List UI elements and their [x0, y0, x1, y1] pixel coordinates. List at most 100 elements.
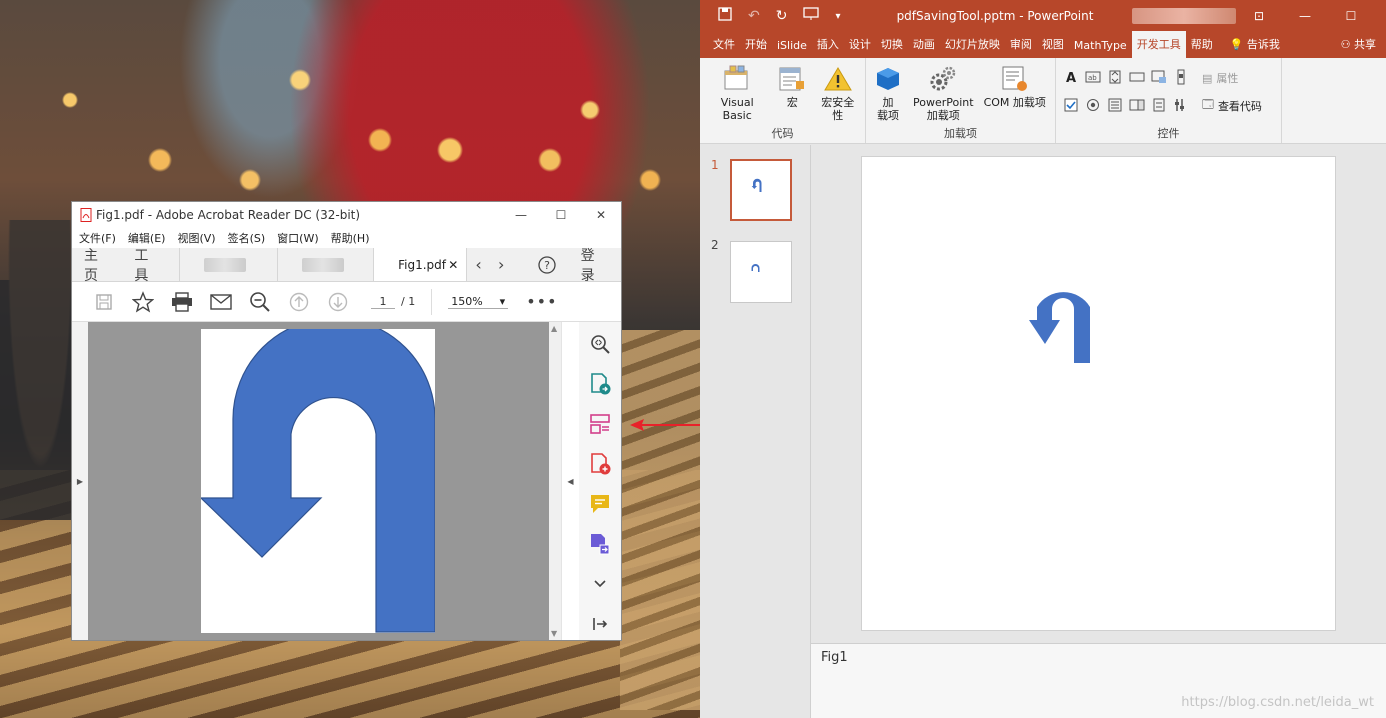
tab-transitions[interactable]: 切换	[876, 36, 908, 58]
tab-design[interactable]: 设计	[844, 36, 876, 58]
slide-thumbnail-pane: 1 2	[700, 145, 810, 718]
macro-label: 宏	[786, 96, 798, 109]
view-code-button[interactable]: 🗔 查看代码	[1202, 96, 1262, 115]
collapse-panel-icon[interactable]	[584, 609, 616, 640]
menu-sign[interactable]: 签名(S)	[228, 230, 266, 246]
image-control-icon[interactable]	[1151, 70, 1167, 87]
toolbar-divider	[431, 288, 433, 315]
tell-me-search[interactable]: 💡 告诉我	[1230, 36, 1280, 58]
slide-thumbnail-1[interactable]	[730, 159, 792, 221]
chevron-right-icon[interactable]: ›	[490, 248, 513, 281]
slide-thumbnail-2[interactable]	[730, 241, 792, 303]
expand-icon[interactable]	[584, 569, 616, 600]
comment-icon[interactable]	[584, 489, 616, 520]
tab-view[interactable]: 视图	[1037, 36, 1069, 58]
tab-mathtype[interactable]: MathType	[1069, 39, 1132, 58]
menu-help[interactable]: 帮助(H)	[331, 230, 370, 246]
acrobat-toolbar: 1 / 1 150% ▾ •••	[72, 282, 621, 322]
tab-animations[interactable]: 动画	[908, 36, 940, 58]
frame-control-icon[interactable]	[1153, 98, 1165, 115]
login-button[interactable]: 登录	[567, 248, 621, 284]
organize-pages-icon[interactable]	[584, 408, 616, 439]
tab-redacted-2[interactable]	[276, 248, 369, 281]
expand-left-panel-button[interactable]: ▶	[72, 322, 88, 640]
ppt-minimize-button[interactable]: —	[1282, 9, 1328, 23]
tab-islide[interactable]: iSlide	[772, 39, 812, 58]
zoom-out-icon[interactable]	[240, 287, 279, 317]
ribbon-display-icon[interactable]: ⊡	[1236, 9, 1282, 23]
document-canvas[interactable]	[88, 322, 549, 640]
close-button[interactable]: ✕	[581, 202, 621, 228]
vertical-scrollbar[interactable]: ▲ ▼	[549, 322, 561, 640]
mail-icon[interactable]	[201, 287, 240, 317]
star-icon[interactable]	[123, 287, 162, 317]
page-up-icon[interactable]	[279, 287, 318, 317]
save-icon[interactable]	[718, 7, 732, 25]
pane-splitter[interactable]	[810, 145, 811, 718]
button-control-icon[interactable]	[1129, 71, 1145, 85]
menu-window[interactable]: 窗口(W)	[277, 230, 318, 246]
print-icon[interactable]	[162, 287, 201, 317]
help-icon[interactable]: ?	[532, 248, 560, 281]
tab-home[interactable]: 开始	[740, 36, 772, 58]
spin-control-icon[interactable]	[1109, 70, 1121, 87]
ribbon-group-controls: A ab ▤ 属性 🗔 查看代码 控件	[1056, 58, 1282, 143]
slide-u-turn-arrow[interactable]	[862, 157, 1337, 632]
scroll-up-icon[interactable]: ▲	[551, 324, 557, 333]
save-icon[interactable]	[84, 287, 123, 317]
thumb-2-arrow	[751, 264, 760, 272]
scroll-down-icon[interactable]: ▼	[551, 629, 557, 638]
tab-redacted-1[interactable]	[178, 248, 271, 281]
collapse-right-panel-button[interactable]: ◀	[561, 322, 579, 640]
tab-tools[interactable]: 工具	[122, 248, 172, 284]
ppt-window-title: pdfSavingTool.pptm - PowerPoint	[896, 9, 1094, 23]
addin-cube-icon	[873, 64, 903, 94]
tab-home[interactable]: 主页	[72, 248, 122, 284]
maximize-button[interactable]: ☐	[541, 202, 581, 228]
acrobat-titlebar[interactable]: Fig1.pdf - Adobe Acrobat Reader DC (32-b…	[72, 202, 621, 228]
zoom-tool-icon[interactable]	[584, 328, 616, 359]
share-label: 共享	[1354, 38, 1376, 51]
pdf-file-icon	[80, 208, 92, 222]
checkbox-control-icon[interactable]	[1064, 98, 1078, 115]
chevron-left-icon[interactable]: ‹	[467, 248, 490, 281]
combobox-control-icon[interactable]	[1129, 99, 1145, 114]
listbox-control-icon[interactable]	[1108, 98, 1122, 115]
presentation-icon[interactable]	[803, 7, 820, 25]
export-pdf2-icon[interactable]	[584, 529, 616, 560]
tell-me-label: 告诉我	[1246, 38, 1280, 51]
customize-qat-icon[interactable]: ▾	[835, 11, 840, 22]
more-controls-icon[interactable]	[1174, 98, 1188, 115]
properties-button[interactable]: ▤ 属性	[1202, 70, 1262, 86]
create-pdf-icon[interactable]	[584, 448, 616, 479]
export-pdf-icon[interactable]	[584, 368, 616, 399]
menu-view[interactable]: 视图(V)	[177, 230, 215, 246]
background-person	[0, 220, 80, 520]
page-down-icon[interactable]	[318, 287, 357, 317]
tab-review[interactable]: 审阅	[1005, 36, 1037, 58]
page-number-input[interactable]: 1	[371, 295, 395, 309]
tab-fig1-pdf[interactable]: Fig1.pdf ✕	[373, 248, 468, 281]
slide-canvas[interactable]	[861, 156, 1336, 631]
properties-label: 属性	[1216, 72, 1239, 85]
zoom-select[interactable]: 150% ▾	[448, 295, 509, 309]
ppt-maximize-button[interactable]: ☐	[1328, 9, 1374, 23]
scrollbar-control-icon[interactable]	[1176, 69, 1186, 88]
notes-text: Fig1	[821, 650, 848, 665]
ppt-titlebar[interactable]: ↶ ↻ ▾ pdfSavingTool.pptm - PowerPoint ⊡ …	[700, 0, 1386, 32]
tab-developer[interactable]: 开发工具	[1131, 31, 1186, 58]
redacted-username	[1132, 8, 1236, 24]
redo-icon[interactable]: ↻	[776, 8, 788, 24]
tab-slideshow[interactable]: 幻灯片放映	[940, 36, 1005, 58]
textbox-control-icon[interactable]: ab	[1085, 71, 1101, 86]
label-control-icon[interactable]: A	[1066, 71, 1076, 86]
share-button[interactable]: ⚇ 共享	[1341, 36, 1386, 58]
option-control-icon[interactable]	[1086, 98, 1100, 115]
more-icon[interactable]: •••	[526, 292, 557, 311]
undo-icon[interactable]: ↶	[748, 8, 760, 24]
tab-close-icon[interactable]: ✕	[448, 258, 458, 272]
tab-insert[interactable]: 插入	[812, 36, 844, 58]
minimize-button[interactable]: —	[501, 202, 541, 228]
tab-file[interactable]: 文件	[708, 36, 740, 58]
tab-help[interactable]: 帮助	[1186, 36, 1218, 58]
